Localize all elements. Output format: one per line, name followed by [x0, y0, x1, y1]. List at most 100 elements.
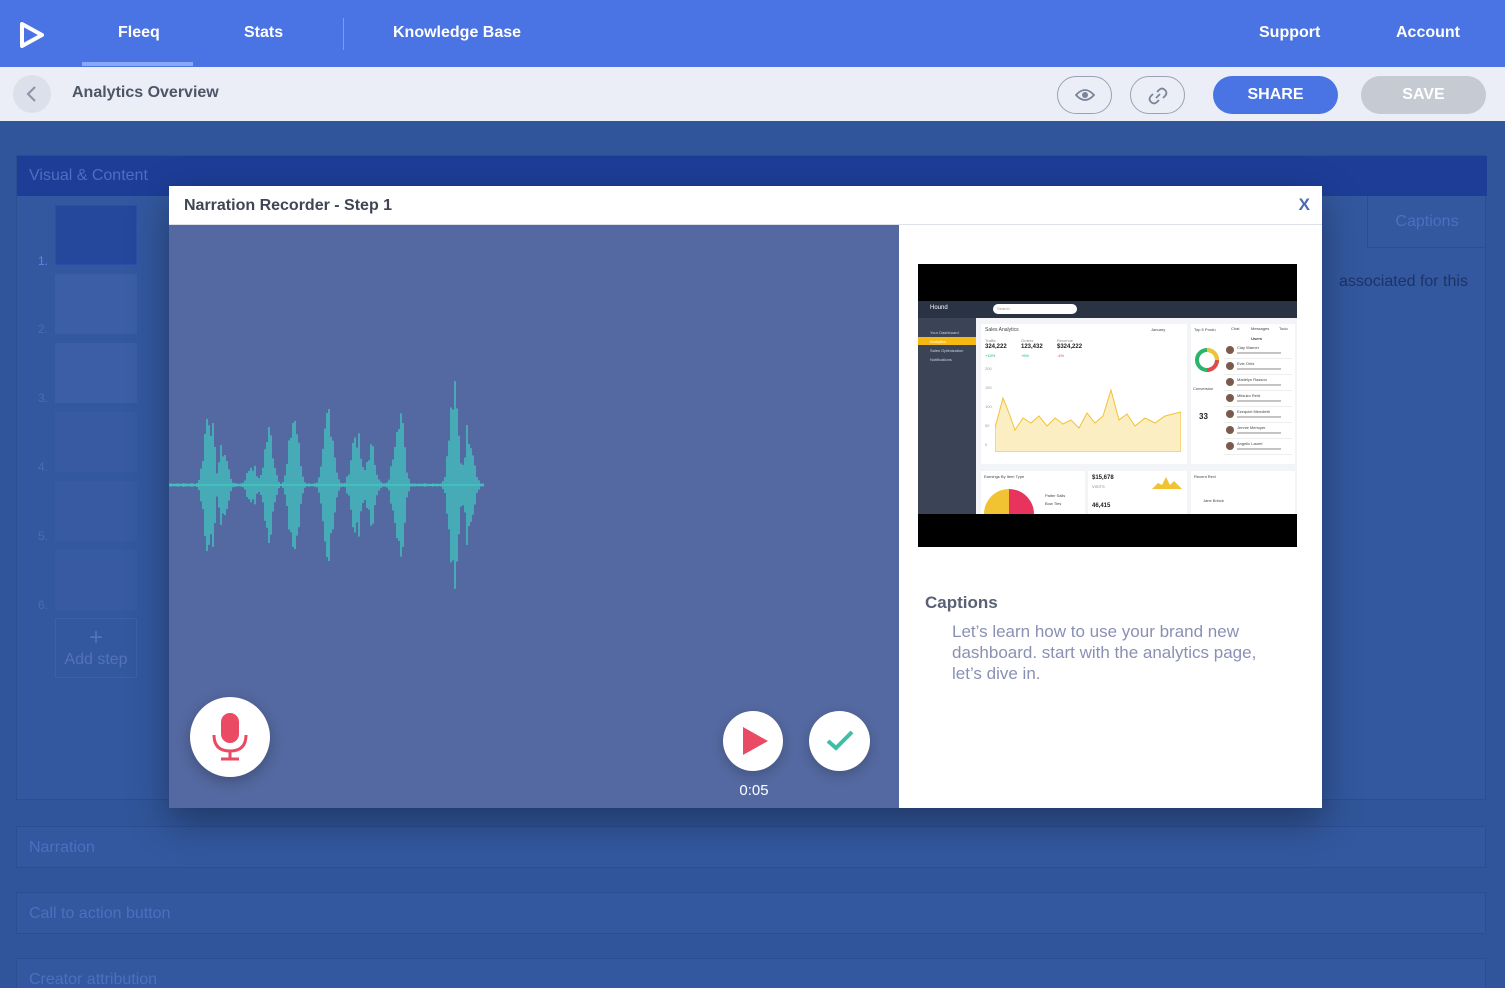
preview-users-card: Top 5 Produ Chat Messages Todo Users Con…	[1191, 324, 1295, 464]
editor-toolbar: Analytics Overview SHARE SAVE	[0, 67, 1505, 121]
play-arrow-logo-icon[interactable]	[18, 20, 46, 50]
nav-support[interactable]: Support	[1259, 0, 1320, 67]
preview-tab: Messages	[1251, 326, 1270, 331]
step-thumbnail[interactable]	[55, 343, 137, 403]
step-number: 1.	[38, 254, 49, 268]
preview-sparkline	[1152, 477, 1182, 489]
preview-brand: Hound	[930, 305, 948, 311]
avatar	[1226, 394, 1234, 402]
modal-header: Narration Recorder - Step 1 X	[169, 186, 1322, 225]
preview-conversion-label: Conversion	[1193, 386, 1214, 391]
nav-fleeq[interactable]: Fleeq	[118, 0, 160, 67]
link-icon	[1148, 87, 1168, 105]
preview-y-tick: 150	[985, 385, 992, 390]
user-name: Mitsuko Reid	[1237, 393, 1261, 398]
nav-knowledge-base[interactable]: Knowledge Base	[393, 0, 521, 67]
dashboard-screenshot: Hound Search Your Dashboard Analytics Sa…	[918, 301, 1297, 514]
preview-metric-delta: -4%	[1057, 353, 1065, 358]
step-thumbnail[interactable]	[55, 205, 137, 265]
play-button[interactable]	[723, 711, 783, 771]
preview-visits-label: VISITS	[1092, 484, 1105, 489]
copy-link-button[interactable]	[1130, 76, 1185, 114]
tab-captions[interactable]: Captions	[1367, 196, 1486, 248]
step-number: 5.	[38, 529, 49, 543]
user-name: Angelic Laurel	[1237, 441, 1263, 446]
captions-text[interactable]: Let’s learn how to use your brand new da…	[952, 621, 1272, 684]
preview-menu-item: Your Dashboard	[930, 330, 959, 335]
nav-stats[interactable]: Stats	[244, 0, 283, 67]
preview-earnings-card: Earnings By Item Type Paiter Sails Bow T…	[981, 471, 1085, 514]
row-subtext	[1237, 368, 1281, 370]
share-button[interactable]: SHARE	[1213, 76, 1338, 114]
preview-metric-value: 324,222	[985, 344, 1007, 350]
record-button[interactable]	[190, 697, 270, 777]
preview-earnings-title: Earnings By Item Type	[984, 474, 1025, 479]
avatar	[1226, 410, 1234, 418]
add-step-button[interactable]: + Add step	[55, 618, 137, 678]
captions-title: Captions	[925, 593, 998, 612]
nav-account[interactable]: Account	[1396, 0, 1460, 67]
modal-title: Narration Recorder - Step 1	[184, 197, 393, 214]
preview-metric-label: Revenue	[1057, 338, 1074, 343]
close-button[interactable]: X	[1299, 195, 1310, 215]
user-name: Evie Ortiz	[1237, 361, 1255, 366]
preview-card-title: Sales Analytics	[985, 327, 1019, 333]
preview-card-filter: January	[1151, 327, 1166, 332]
list-item: Mitsuko Reid	[1224, 391, 1292, 407]
play-icon	[743, 727, 768, 755]
row-subtext	[1237, 384, 1281, 386]
save-button[interactable]: SAVE	[1361, 76, 1486, 114]
step-thumbnail[interactable]	[55, 481, 137, 541]
preview-second-value: 46,415	[1092, 503, 1111, 509]
audio-waveform	[169, 381, 484, 589]
step-preview-image: Hound Search Your Dashboard Analytics Sa…	[918, 264, 1297, 547]
preview-metric-delta: +6%	[1021, 353, 1030, 358]
step-number: 6.	[38, 598, 49, 612]
row-subtext	[1237, 432, 1281, 434]
avatar	[1226, 378, 1234, 386]
preview-top-products: Top 5 Produ	[1194, 327, 1216, 332]
nav-active-indicator	[82, 62, 193, 66]
preview-visits-value: $15,678	[1092, 475, 1114, 481]
preview-reviews-card: Recent Revi Jane Brinck	[1191, 471, 1295, 514]
top-navbar: Fleeq Stats Knowledge Base Support Accou…	[0, 0, 1505, 67]
section-narration[interactable]: Narration	[16, 826, 1486, 868]
user-name: Madelyn Rasson	[1237, 377, 1267, 382]
recording-timer: 0:05	[739, 782, 769, 799]
preview-pie-chart	[984, 489, 1034, 514]
section-label: Call to action button	[29, 905, 171, 922]
step-thumbnail[interactable]	[55, 550, 137, 610]
user-name: Clay Warner	[1237, 345, 1260, 350]
row-subtext	[1237, 352, 1281, 354]
recorder-pane: 0:05	[169, 225, 899, 808]
preview-y-tick: 0	[985, 442, 988, 447]
preview-search: Search	[993, 304, 1077, 314]
preview-menu-item: Notifications	[930, 357, 952, 362]
page-title: Analytics Overview	[72, 84, 219, 101]
step-thumbnail[interactable]	[55, 412, 137, 472]
step-thumbnail[interactable]	[55, 274, 137, 334]
section-creator-attribution[interactable]: Creator attribution	[16, 958, 1486, 988]
panel-title: Visual & Content	[29, 167, 148, 184]
section-label: Narration	[29, 839, 95, 856]
preview-legend-item: Paiter Sails	[1045, 493, 1066, 498]
section-call-to-action[interactable]: Call to action button	[16, 892, 1486, 934]
back-button[interactable]	[13, 75, 51, 113]
section-label: Creator attribution	[29, 971, 158, 988]
confirm-button[interactable]	[809, 711, 870, 771]
list-item: Jennie Mehuyer	[1224, 423, 1292, 439]
preview-recent-title: Recent Revi	[1194, 474, 1216, 479]
preview-conversion-value: 33	[1199, 412, 1208, 421]
preview-area-chart	[995, 388, 1181, 452]
preview-metric-value: 123,432	[1021, 344, 1043, 350]
preview-button[interactable]	[1057, 76, 1112, 114]
narration-recorder-modal: Narration Recorder - Step 1 X 0:05 Hound…	[169, 186, 1322, 808]
list-item: Angelic Laurel	[1224, 439, 1292, 455]
add-step-label: Add step	[64, 651, 128, 668]
preview-sales-card: Sales Analytics January Traffic 324,222 …	[981, 324, 1187, 464]
list-item: Evie Ortiz	[1224, 359, 1292, 375]
captions-hint-text: associated for this	[1339, 273, 1468, 290]
caption-pane: Hound Search Your Dashboard Analytics Sa…	[899, 225, 1322, 808]
preview-metric-delta: +15%	[985, 353, 996, 358]
preview-users-title: Users	[1251, 336, 1263, 341]
